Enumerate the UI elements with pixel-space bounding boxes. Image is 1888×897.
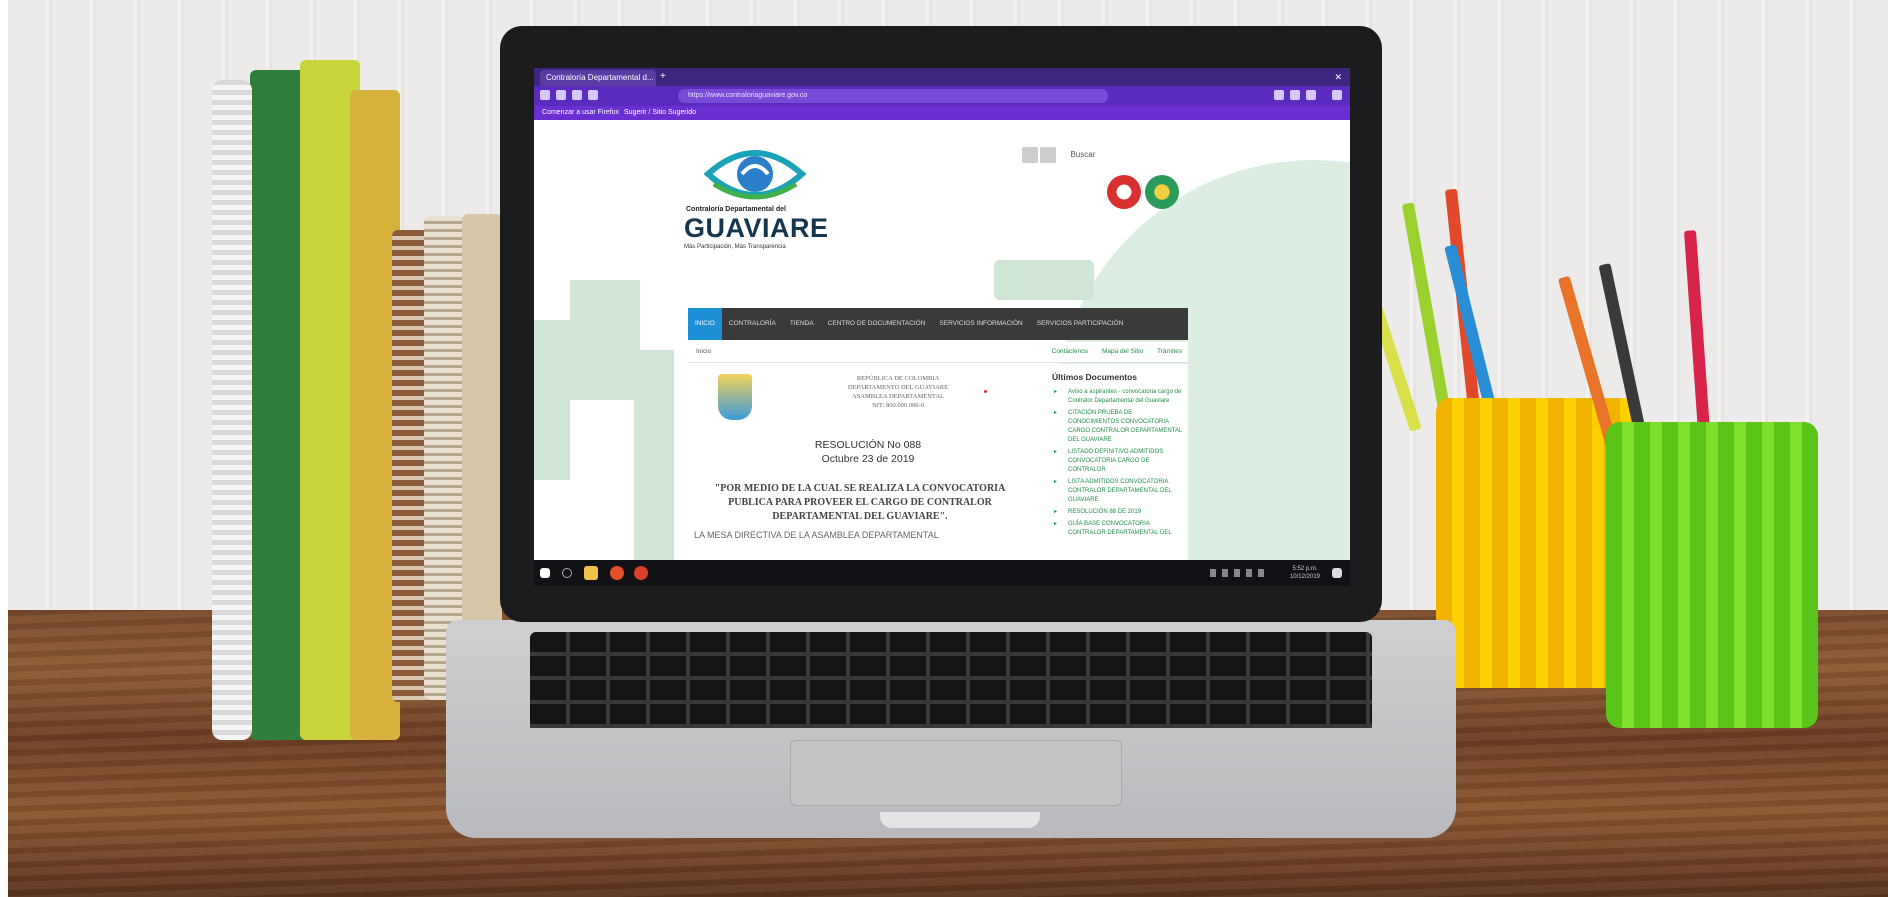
eye-logo-icon	[704, 150, 806, 200]
laptop-trackpad	[790, 740, 1122, 806]
forward-icon[interactable]	[556, 90, 566, 100]
utility-links: Contáctenos Mapa del Sitio Trámites	[1040, 342, 1182, 362]
main-navigation: INICIO CONTRALORÍA TIENDA CENTRO DE DOCU…	[688, 308, 1188, 340]
laptop-keyboard	[530, 632, 1372, 728]
search-input[interactable]: Buscar	[1070, 150, 1095, 159]
red-dot-marker	[984, 390, 987, 393]
document-link[interactable]: GUÍA BASE CONVOCATORIA CONTRALOR DEPARTA…	[1054, 520, 1184, 538]
decorative-building	[534, 320, 570, 480]
nav-item-contraloria[interactable]: CONTRALORÍA	[722, 308, 783, 340]
nav-item-tienda[interactable]: TIENDA	[783, 308, 821, 340]
resolution-heading: RESOLUCIÓN No 088 Octubre 23 de 2019	[788, 438, 948, 466]
system-tray-icons[interactable]	[1210, 569, 1270, 577]
logo-title: GUAVIARE	[684, 213, 829, 243]
resolution-body: "POR MEDIO DE LA CUAL SE REALIZA LA CONV…	[714, 483, 1006, 522]
nav-item-documentacion[interactable]: CENTRO DE DOCUMENTACIÓN	[821, 308, 933, 340]
taskbar-clock[interactable]: 5:52 p.m. 10/12/2019	[1290, 565, 1320, 581]
spiral-notebook	[212, 80, 252, 740]
contact-link[interactable]: Contáctenos	[1052, 348, 1089, 355]
header-line: REPÚBLICA DE COLOMBIA	[856, 375, 940, 382]
bookmark-item[interactable]: Comenzar a usar Firefox	[542, 106, 619, 120]
search-area: Buscar	[1022, 146, 1095, 166]
file-explorer-icon[interactable]	[584, 566, 598, 580]
back-icon[interactable]	[540, 90, 550, 100]
breadcrumb[interactable]: Inicio	[696, 342, 711, 362]
resolution-tail: LA MESA DIRECTIVA DE LA ASAMBLEA DEPARTA…	[694, 530, 939, 540]
document-link[interactable]: LISTADO DEFINITIVO ADMITIDOS CONVOCATORI…	[1054, 448, 1184, 475]
clock-time: 5:52 p.m.	[1292, 566, 1318, 572]
clock-date: 10/12/2019	[1289, 574, 1320, 580]
social-icon[interactable]	[1022, 146, 1038, 163]
procedures-link[interactable]: Trámites	[1157, 348, 1182, 355]
search-icon[interactable]	[562, 568, 572, 578]
breadcrumb-bar: Inicio Contáctenos Mapa del Sitio Trámit…	[688, 342, 1188, 363]
nav-item-informacion[interactable]: SERVICIOS INFORMACIÓN	[932, 308, 1029, 340]
laptop-screen: Contraloría Departamental d... + ✕ https…	[534, 68, 1350, 586]
document-list: Aviso a aspirantes - convocatoria cargo …	[1044, 388, 1184, 538]
sitemap-link[interactable]: Mapa del Sitio	[1102, 348, 1143, 355]
latest-documents-sidebar: Últimos Documentos Aviso a aspirantes - …	[1044, 364, 1184, 541]
coat-of-arms-icon	[718, 374, 752, 420]
document-link[interactable]: RESOLUCIÓN 88 DE 2019	[1054, 508, 1184, 517]
resolution-date: Octubre 23 de 2019	[821, 453, 915, 465]
menu-icon[interactable]	[1332, 90, 1342, 100]
notifications-icon[interactable]	[1332, 568, 1342, 578]
striped-notebook	[392, 230, 428, 702]
site-logo[interactable]: Contraloría Departamental del GUAVIARE M…	[684, 140, 828, 250]
home-icon[interactable]	[588, 90, 598, 100]
sidebar-title: Últimos Documentos	[1052, 372, 1138, 382]
logo-small-text: Contraloría Departamental del	[686, 206, 786, 213]
windows-taskbar: 5:52 p.m. 10/12/2019	[534, 560, 1350, 586]
green-cup	[1606, 422, 1818, 728]
firefox-icon[interactable]	[610, 566, 624, 580]
decorative-building	[570, 280, 640, 400]
main-content: REPÚBLICA DE COLOMBIA DEPARTAMENTO DEL G…	[688, 364, 1188, 560]
logo-tagline: Más Participación, Más Transparencia	[684, 244, 786, 250]
library-icon[interactable]	[1274, 90, 1284, 100]
account-icon[interactable]	[1306, 90, 1316, 100]
document-link[interactable]: CITACIÓN PRUEBA DE CONOCIMIENTOS CONVOCA…	[1054, 409, 1184, 445]
browser-tab-bar: Contraloría Departamental d... + ✕	[534, 68, 1350, 86]
reload-icon[interactable]	[572, 90, 582, 100]
nav-item-participacion[interactable]: SERVICIOS PARTICIPACIÓN	[1030, 308, 1131, 340]
browser-toolbar: https://www.contraloriaguaviare.gov.co	[534, 86, 1350, 106]
sidebar-icon[interactable]	[1290, 90, 1300, 100]
nav-item-inicio[interactable]: INICIO	[688, 308, 722, 340]
firefox-icon[interactable]	[634, 566, 648, 580]
document-link[interactable]: Aviso a aspirantes - convocatoria cargo …	[1054, 388, 1184, 406]
document-header: REPÚBLICA DE COLOMBIA DEPARTAMENTO DEL G…	[818, 374, 978, 410]
photo-scene: Contraloría Departamental d... + ✕ https…	[0, 0, 1888, 897]
bookmark-item[interactable]: Sugerir / Sitio Sugerido	[624, 106, 696, 120]
web-page: Buscar Contraloría Departamental del GUA…	[534, 120, 1350, 560]
windows-start-icon[interactable]	[540, 568, 550, 578]
new-tab-icon[interactable]: +	[660, 71, 666, 83]
guaviare-seal-icon	[1145, 175, 1179, 209]
address-bar[interactable]: https://www.contraloriaguaviare.gov.co	[678, 89, 1108, 103]
document-link[interactable]: LISTA ADMITIDOS CONVOCATORIA CONTRALOR D…	[1054, 478, 1184, 505]
decorative-building	[634, 350, 674, 560]
resolution-number: RESOLUCIÓN No 088	[814, 439, 922, 451]
header-line: ASAMBLEA DEPARTAMENTAL	[851, 393, 945, 400]
header-line: DEPARTAMENTO DEL GUAVIARE	[847, 384, 949, 391]
header-line: NIT: 800.000.000-0	[872, 402, 924, 409]
bookmarks-bar: Comenzar a usar Firefox Sugerir / Sitio …	[534, 106, 1350, 120]
browser-tab[interactable]: Contraloría Departamental d...	[540, 70, 656, 86]
social-icon[interactable]	[1040, 146, 1056, 163]
decorative-building	[994, 260, 1094, 300]
close-window-icon[interactable]: ✕	[1334, 71, 1342, 83]
colombia-seal-icon	[1107, 175, 1141, 209]
laptop-lip	[880, 812, 1040, 828]
